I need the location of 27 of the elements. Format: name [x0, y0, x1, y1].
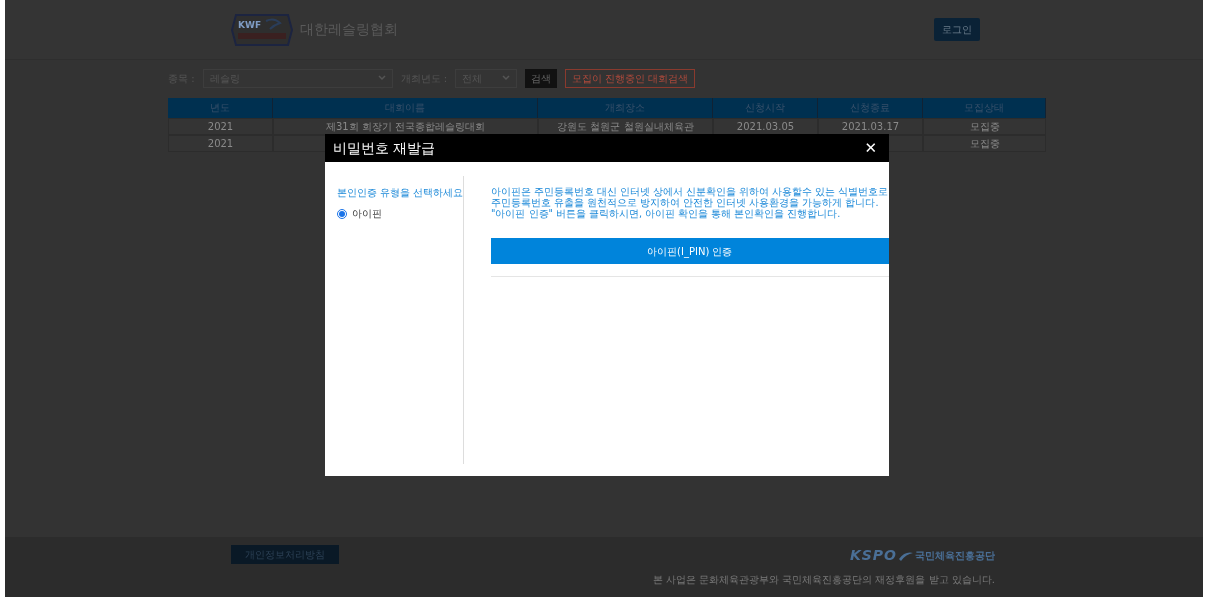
logo-icon: KWF — [230, 12, 294, 47]
table-cell: 제31회 회장기 전국종합레슬링대회 — [325, 121, 486, 132]
table-cell: 모집중 — [969, 138, 1000, 149]
login-button[interactable]: 로그인 — [934, 18, 980, 41]
table-cell: 2021 — [207, 138, 234, 149]
caret-icon — [377, 75, 386, 81]
search-button[interactable]: 검색 — [525, 68, 558, 88]
organization-name: 국민체육진흥공단 — [915, 549, 995, 563]
radio-label: 아이핀 — [352, 207, 382, 222]
table-cell: 2021.03.17 — [841, 121, 900, 132]
radio-option[interactable]: 아이핀 — [337, 206, 464, 222]
description-text: 아이핀은 주민등록번호 대신 인터넷 상에서 신분확인을 위하여 사용할수 있는 식별번호로 — [491, 186, 889, 197]
caret-icon — [502, 75, 511, 81]
table-cell: 2021.03.05 — [736, 121, 795, 132]
description-text: 주민등록번호 유출을 원천적으로 방지하여 안전한 인터넷 사용환경을 가능하게 합니다. — [491, 197, 880, 208]
table-cell: 강원도 철원군 철원실내체육관 — [557, 121, 694, 132]
table-cell: 모집중 — [969, 121, 1000, 132]
close-button[interactable]: ✕ — [860, 136, 881, 160]
description-text: "아이핀 인증" 버튼을 클릭하시면, 아이핀 확인을 통해 본인확인을 진행합니다. — [491, 208, 842, 219]
ipin-auth-button[interactable]: 아이핀(I_PIN) 인증 — [491, 238, 889, 264]
modal-title: 비밀번호 재발급 — [333, 138, 436, 158]
table-cell: 2021 — [207, 121, 234, 132]
auth-type-prompt: 본인인증 유형을 선택하세요 — [337, 186, 464, 200]
swoosh-icon — [899, 550, 913, 561]
funding-notice: 본 사업은 문화체육관광부와 국민체육진흥공단의 재정후원을 받고 있습니다. — [652, 573, 995, 587]
recruiting-search-button[interactable]: 모집이 진행중인 대회검색 — [565, 68, 696, 88]
kspo-logo-text: KSPO — [849, 546, 897, 565]
